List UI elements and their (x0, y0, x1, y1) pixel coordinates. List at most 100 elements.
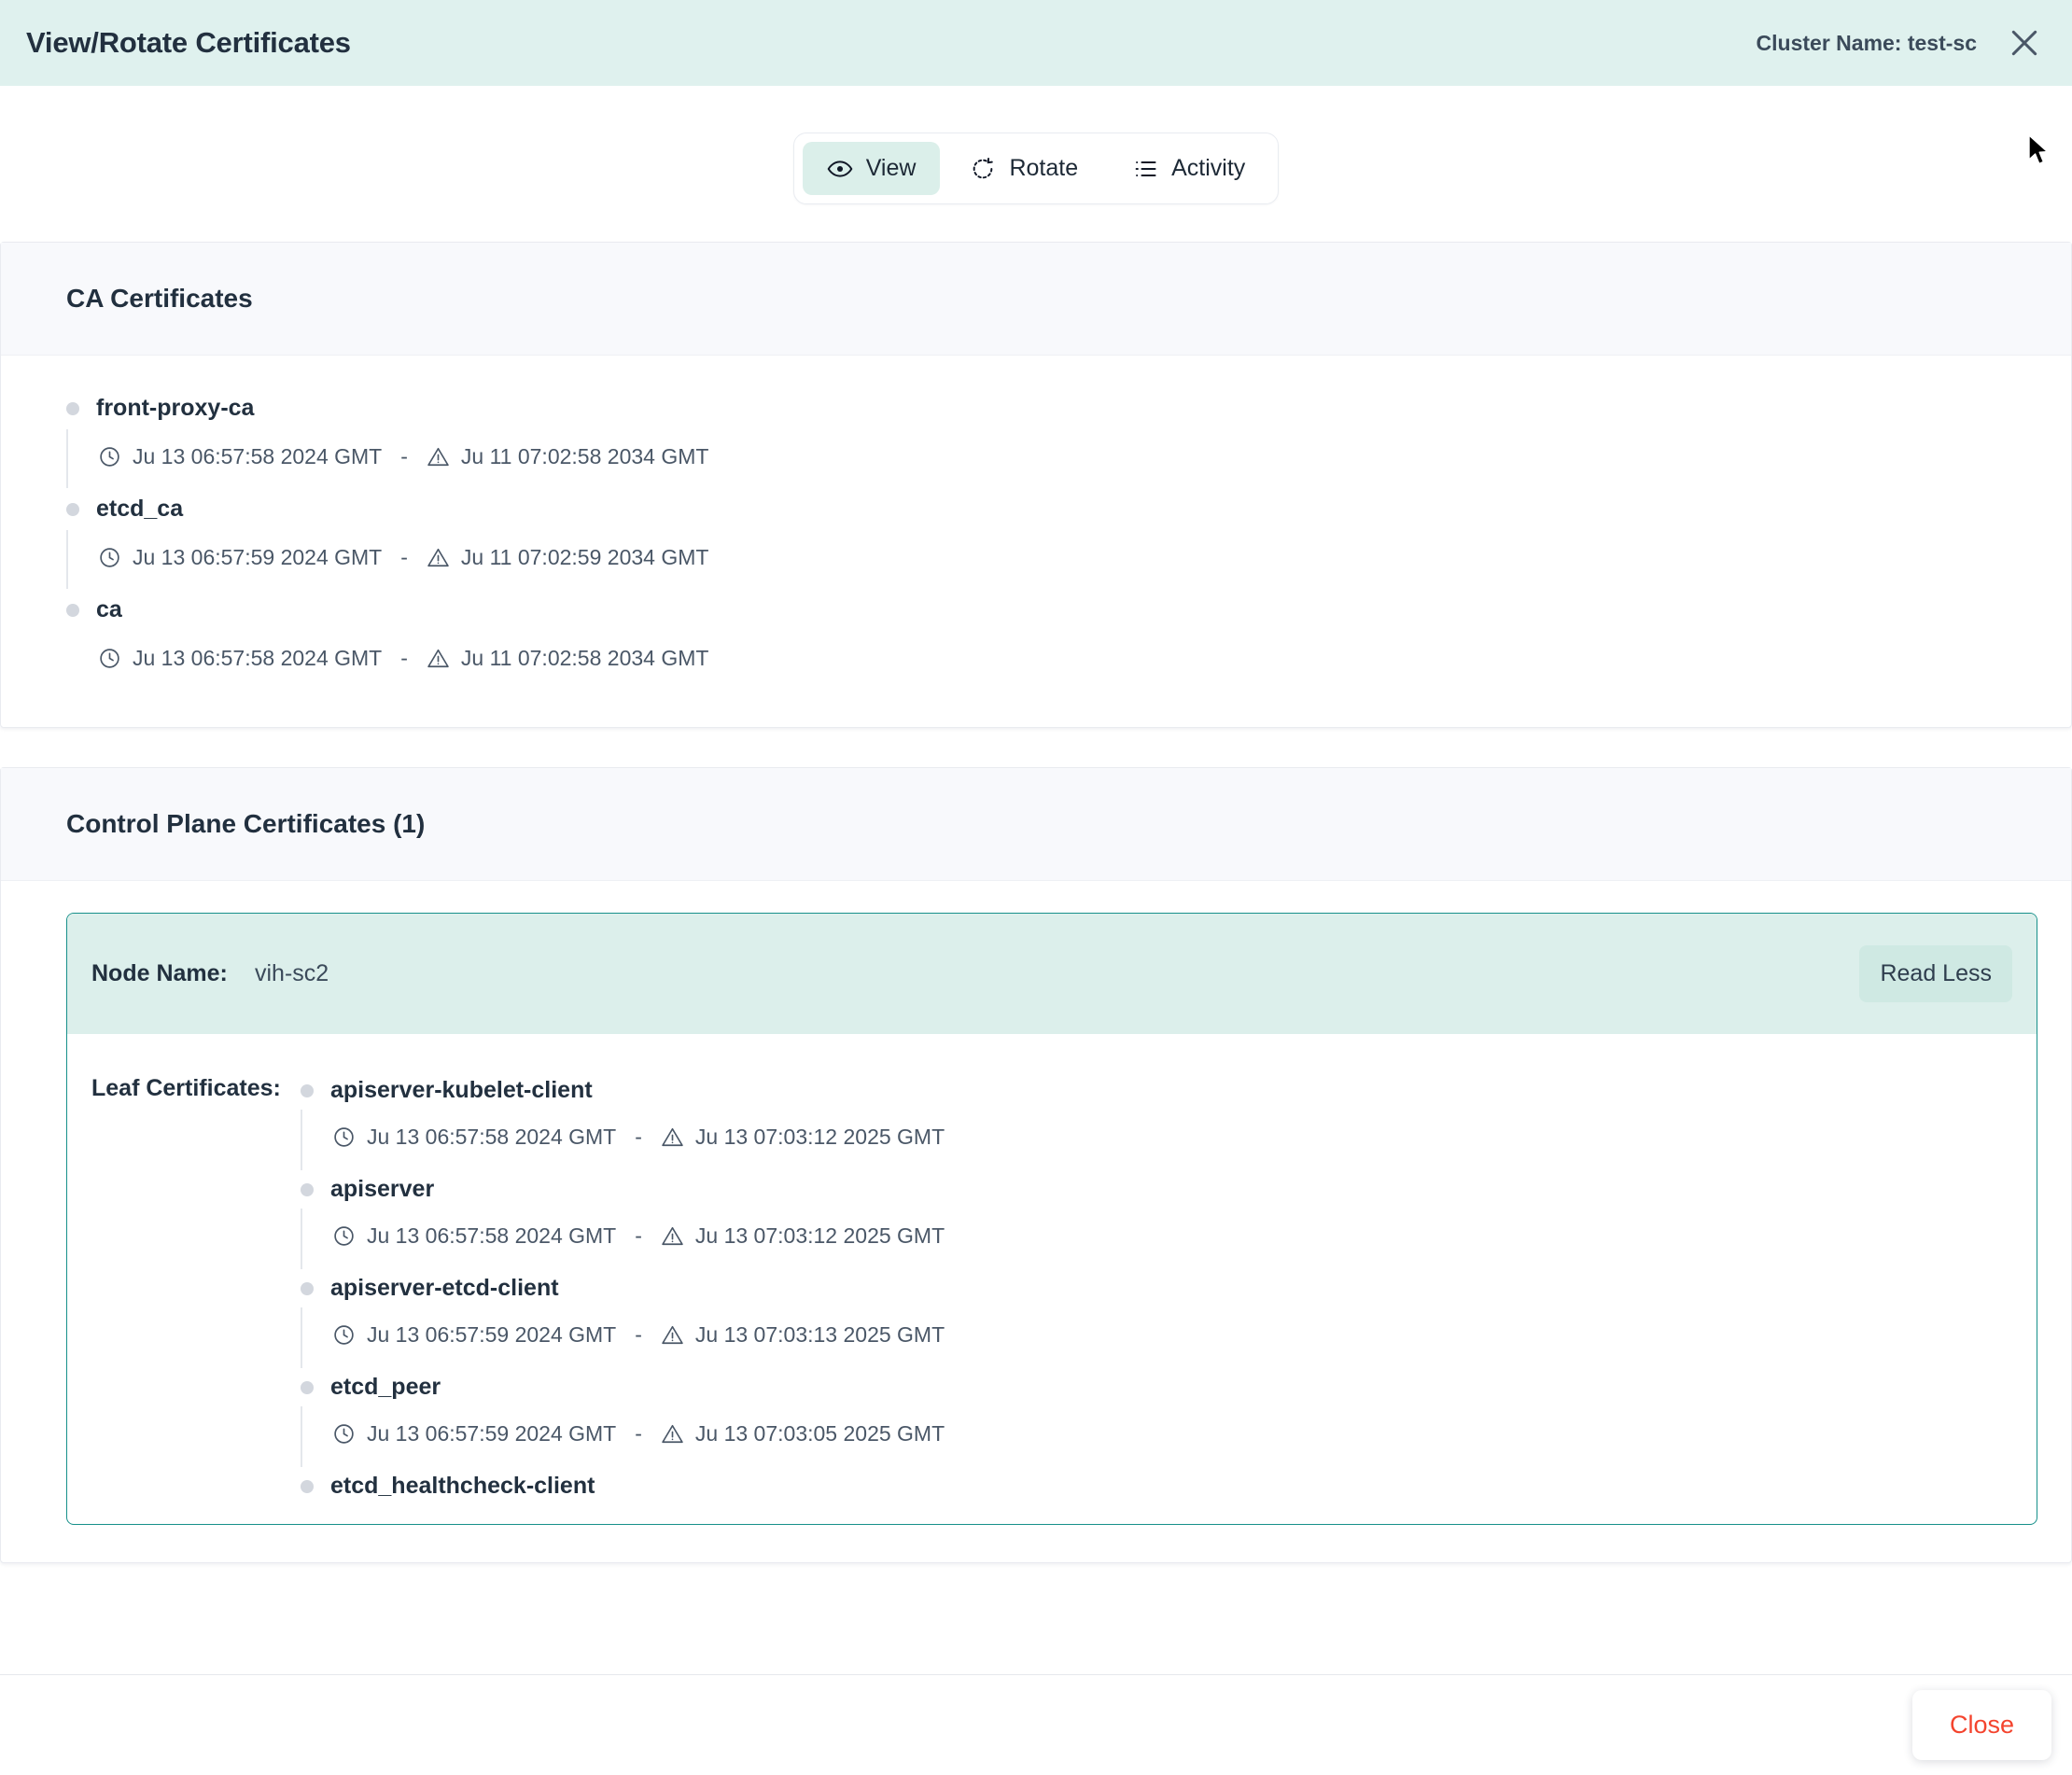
modal-body: View Rotate Activity CA Certificates fro… (0, 86, 2072, 1675)
control-plane-header: Control Plane Certificates (1) (1, 768, 2071, 881)
ca-cert-not-before: Ju 13 06:57:58 2024 GMT (133, 646, 383, 670)
ca-cert-date-separator: - (400, 646, 408, 670)
leaf-cert-item: etcd_peer Ju 13 06:57:59 2024 GMT - Ju 1… (301, 1368, 2037, 1467)
warning-triangle-icon (427, 445, 450, 468)
bullet-dot-icon (66, 401, 79, 415)
control-plane-content: Node Name: vih-sc2 Read Less Leaf Certif… (1, 881, 2071, 1562)
leaf-cert-not-before: Ju 13 06:57:59 2024 GMT (367, 1322, 617, 1347)
leaf-certificates-list: apiserver-kubelet-client Ju 13 06:57:58 … (301, 1071, 2037, 1505)
warning-triangle-icon (661, 1224, 684, 1248)
clock-icon (332, 1422, 356, 1446)
tab-rotate[interactable]: Rotate (945, 142, 1102, 195)
leaf-cert-date-separator: - (635, 1223, 642, 1248)
leaf-cert-date-separator: - (635, 1125, 642, 1149)
ca-cert-not-before: Ju 13 06:57:58 2024 GMT (133, 444, 383, 468)
node-card-header: Node Name: vih-sc2 Read Less (67, 914, 2037, 1034)
leaf-cert-dates-rail: Ju 13 06:57:58 2024 GMT - Ju 13 07:03:12… (301, 1110, 2037, 1170)
leaf-cert-name: etcd_peer (330, 1374, 441, 1400)
leaf-cert-item: etcd_healthcheck-client (301, 1467, 2037, 1505)
clock-icon (332, 1224, 356, 1248)
leaf-cert-name: apiserver (330, 1176, 435, 1202)
ca-cert-date-separator: - (400, 545, 408, 569)
bullet-dot-icon (301, 1380, 314, 1394)
leaf-cert-dates-rail: Ju 13 06:57:58 2024 GMT - Ju 13 07:03:12… (301, 1209, 2037, 1269)
cluster-name-label: Cluster Name: test-sc (1756, 30, 1977, 55)
rotate-dashed-icon (970, 156, 996, 182)
leaf-cert-not-before: Ju 13 06:57:58 2024 GMT (367, 1223, 617, 1248)
tabbar-wrapper: View Rotate Activity (0, 86, 2072, 242)
leaf-cert-name: apiserver-kubelet-client (330, 1077, 593, 1103)
bullet-dot-icon (66, 502, 79, 516)
tab-view[interactable]: View (802, 142, 941, 195)
node-card: Node Name: vih-sc2 Read Less Leaf Certif… (66, 913, 2037, 1525)
leaf-certificates-label: Leaf Certificates: (91, 1075, 281, 1101)
leaf-cert-not-after: Ju 13 07:03:05 2025 GMT (694, 1421, 945, 1446)
close-icon[interactable] (2005, 23, 2044, 63)
ca-certificates-title: CA Certificates (66, 284, 253, 313)
ca-cert-not-before: Ju 13 06:57:59 2024 GMT (133, 545, 383, 569)
leaf-cert-name-row: apiserver (301, 1170, 2037, 1209)
ca-cert-validity: Ju 13 06:57:58 2024 GMT - Ju 11 07:02:58… (98, 444, 2071, 469)
ca-cert-not-after: Ju 11 07:02:58 2034 GMT (460, 444, 709, 468)
ca-cert-item: ca Ju 13 06:57:58 2024 GMT - Ju 11 07:02… (1, 589, 2071, 690)
bullet-dot-icon (301, 1281, 314, 1295)
tab-rotate-label: Rotate (1009, 155, 1079, 181)
node-name-value: vih-sc2 (255, 960, 329, 986)
control-plane-title: Control Plane Certificates (1) (66, 809, 426, 838)
tab-activity[interactable]: Activity (1108, 142, 1269, 195)
ca-cert-item: etcd_ca Ju 13 06:57:59 2024 GMT - Ju 11 … (1, 488, 2071, 589)
ca-cert-name: ca (96, 596, 122, 622)
leaf-cert-dates-rail: Ju 13 06:57:59 2024 GMT - Ju 13 0 (301, 1406, 2037, 1467)
ca-cert-not-after: Ju 11 07:02:59 2034 GMT (460, 545, 709, 569)
node-name-label: Node Name: (91, 960, 228, 986)
leaf-cert-validity: Ju 13 06:57:59 2024 GMT - Ju 13 0 (332, 1421, 2037, 1447)
leaf-cert-validity: Ju 13 06:57:59 2024 GMT - Ju 13 0 (332, 1322, 2037, 1348)
page-title: View/Rotate Certificates (26, 26, 351, 59)
ca-cert-validity: Ju 13 06:57:58 2024 GMT - Ju 11 07:02:58… (98, 646, 2071, 671)
ca-cert-validity: Ju 13 06:57:59 2024 GMT - Ju 11 07:02:59… (98, 545, 2071, 570)
control-plane-certificates-card: Control Plane Certificates (1) Node Name… (0, 767, 2072, 1563)
leaf-cert-name: etcd_healthcheck-client (330, 1473, 595, 1499)
leaf-cert-name: apiserver-etcd-client (330, 1275, 559, 1301)
ca-cert-dates-rail: Ju 13 06:57:59 2024 GMT - Ju 11 07:02:59… (66, 530, 2071, 589)
ca-cert-name: etcd_ca (96, 496, 184, 522)
tabbar: View Rotate Activity (792, 133, 1280, 204)
ca-cert-name-row: ca (66, 589, 2071, 631)
ca-cert-item: front-proxy-ca Ju 13 06:57:58 2024 GMT - (1, 387, 2071, 488)
leaf-cert-name-row: apiserver-etcd-client (301, 1269, 2037, 1307)
clock-icon (98, 445, 121, 468)
ca-cert-date-separator: - (400, 444, 408, 468)
list-icon (1132, 156, 1158, 182)
leaf-cert-item: apiserver Ju 13 06:57:58 2024 GMT - Ju 1… (301, 1170, 2037, 1269)
warning-triangle-icon (661, 1422, 684, 1446)
warning-triangle-icon (427, 546, 450, 569)
clock-icon (332, 1323, 356, 1347)
leaf-cert-not-after: Ju 13 07:03:12 2025 GMT (694, 1223, 945, 1248)
leaf-cert-name-row: etcd_peer (301, 1368, 2037, 1406)
ca-cert-not-after: Ju 11 07:02:58 2034 GMT (460, 646, 709, 670)
header-right-group: Cluster Name: test-sc (1757, 23, 2044, 63)
close-button[interactable]: Close (1911, 1690, 2051, 1760)
leaf-cert-not-before: Ju 13 06:57:59 2024 GMT (367, 1421, 617, 1446)
leaf-cert-item: apiserver-kubelet-client Ju 13 06:57:58 … (301, 1071, 2037, 1170)
ca-certificates-header: CA Certificates (1, 243, 2071, 356)
leaf-cert-date-separator: - (635, 1322, 642, 1347)
warning-triangle-icon (661, 1323, 684, 1347)
bullet-dot-icon (301, 1479, 314, 1493)
clock-icon (98, 647, 121, 670)
tab-view-label: View (865, 155, 917, 181)
leaf-cert-validity: Ju 13 06:57:58 2024 GMT - Ju 13 07:03:12… (332, 1125, 2037, 1150)
leaf-cert-date-separator: - (635, 1421, 642, 1446)
read-less-button[interactable]: Read Less (1859, 945, 2012, 1002)
ca-certificates-card: CA Certificates front-proxy-ca Ju 13 06:… (0, 242, 2072, 728)
bullet-dot-icon (301, 1083, 314, 1097)
ca-cert-name-row: front-proxy-ca (66, 387, 2071, 429)
bullet-dot-icon (301, 1182, 314, 1196)
warning-triangle-icon (661, 1125, 684, 1149)
node-card-outer: Node Name: vih-sc2 Read Less Leaf Certif… (1, 913, 2071, 1525)
leaf-cert-not-after: Ju 13 07:03:13 2025 GMT (694, 1322, 945, 1347)
warning-triangle-icon (427, 647, 450, 670)
node-card-body: Leaf Certificates: apiserver-kubelet-cli… (67, 1034, 2037, 1524)
ca-cert-name: front-proxy-ca (96, 395, 255, 421)
clock-icon (98, 546, 121, 569)
